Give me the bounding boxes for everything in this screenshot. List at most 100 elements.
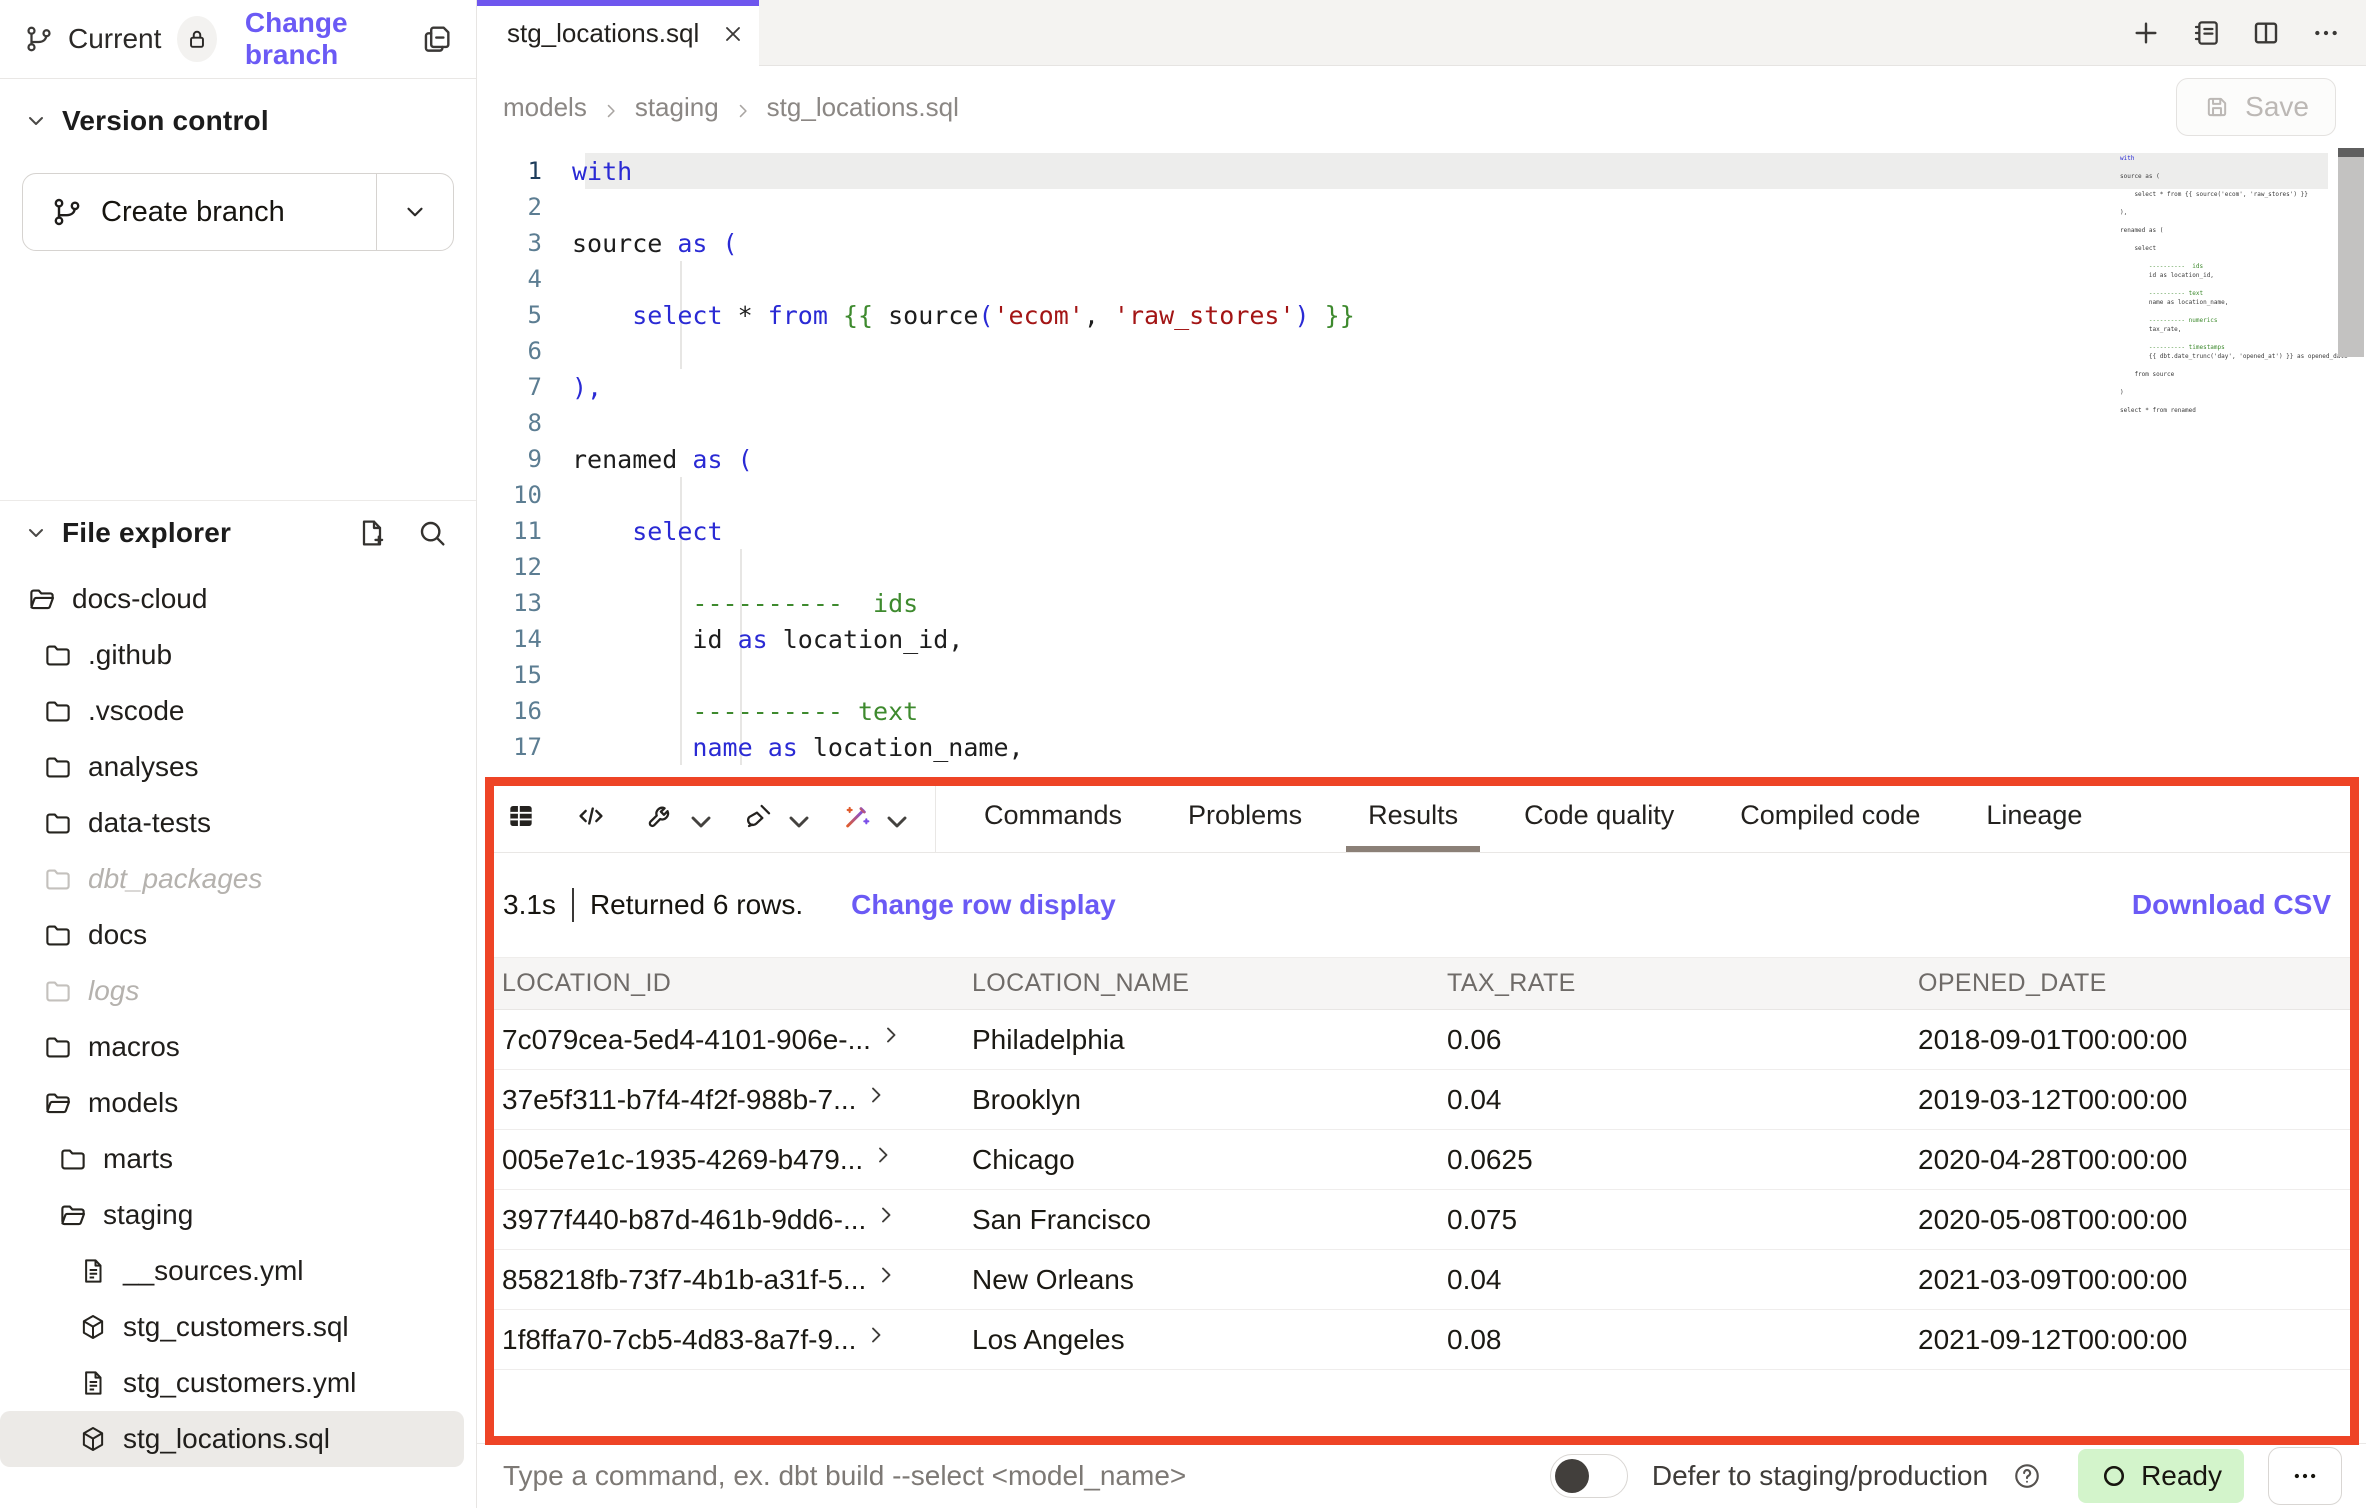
expand-cell-icon[interactable] xyxy=(879,1024,903,1046)
tree-item-docs[interactable]: docs xyxy=(0,907,464,963)
tab-stg-locations[interactable]: stg_locations.sql xyxy=(477,0,759,67)
code-line-10[interactable]: 10 xyxy=(477,477,2366,513)
preview-table-button[interactable] xyxy=(505,800,537,832)
tree-item-stg-customers-yml[interactable]: stg_customers.yml xyxy=(0,1355,464,1411)
new-file-icon[interactable] xyxy=(356,517,388,549)
tree-item-marts[interactable]: marts xyxy=(0,1131,464,1187)
tree-item-analyses[interactable]: analyses xyxy=(0,739,464,795)
panel-tab-problems[interactable]: Problems xyxy=(1188,779,1302,852)
create-branch-button[interactable]: Create branch xyxy=(23,174,376,250)
minimap-line: select * from renamed xyxy=(2120,406,2335,415)
file-explorer-header[interactable]: File explorer xyxy=(0,517,476,549)
ai-assist-button[interactable] xyxy=(841,800,901,832)
code-line-8[interactable]: 8 xyxy=(477,405,2366,441)
divider xyxy=(572,888,574,922)
line-number: 3 xyxy=(477,229,572,257)
code-line-15[interactable]: 15 xyxy=(477,657,2366,693)
minimap[interactable]: with source as ( select * from {{ source… xyxy=(2120,154,2335,415)
tree-item-label: staging xyxy=(103,1199,193,1231)
more-actions-button[interactable] xyxy=(2268,1447,2342,1505)
minimap-line xyxy=(2120,181,2335,190)
lock-icon xyxy=(184,26,210,52)
wrench-icon xyxy=(645,800,677,832)
minimap-line: ---------- ids xyxy=(2120,262,2335,271)
expand-cell-icon[interactable] xyxy=(864,1324,888,1346)
split-pane-icon[interactable] xyxy=(2248,15,2284,51)
command-input[interactable]: Type a command, ex. dbt build --select <… xyxy=(503,1460,1186,1492)
code-line-3[interactable]: 3source as ( xyxy=(477,225,2366,261)
code-line-14[interactable]: 14 id as location_id, xyxy=(477,621,2366,657)
tree-item--github[interactable]: .github xyxy=(0,627,464,683)
code-editor[interactable]: 1with23source as (45 select * from {{ so… xyxy=(477,148,2366,779)
scrollbar-thumb[interactable] xyxy=(2338,157,2364,357)
code-token: from xyxy=(768,301,828,330)
tree-item-dbt-packages[interactable]: dbt_packages xyxy=(0,851,464,907)
code-line-6[interactable]: 6 xyxy=(477,333,2366,369)
editor-scrollbar[interactable] xyxy=(2338,148,2364,779)
tree-item-stg-customers-sql[interactable]: stg_customers.sql xyxy=(0,1299,464,1355)
code-line-2[interactable]: 2 xyxy=(477,189,2366,225)
code-line-16[interactable]: 16 ---------- text xyxy=(477,693,2366,729)
code-line-5[interactable]: 5 select * from {{ source('ecom', 'raw_s… xyxy=(477,297,2366,333)
breadcrumb-item[interactable]: models xyxy=(503,92,587,123)
line-number: 13 xyxy=(477,589,572,617)
defer-toggle[interactable] xyxy=(1550,1454,1628,1498)
tree-item-macros[interactable]: macros xyxy=(0,1019,464,1075)
panel-tab-lineage[interactable]: Lineage xyxy=(1986,779,2082,852)
breadcrumb-item[interactable]: stg_locations.sql xyxy=(767,92,959,123)
column-header-tax_rate: TAX_RATE xyxy=(1430,969,1901,998)
panel-tab-compiled-code[interactable]: Compiled code xyxy=(1740,779,1920,852)
tree-item-models[interactable]: models xyxy=(0,1075,464,1131)
tree-item-logs[interactable]: logs xyxy=(0,963,464,1019)
create-branch-menu-button[interactable] xyxy=(377,174,453,250)
version-control-header[interactable]: Version control xyxy=(0,105,476,137)
expand-cell-icon[interactable] xyxy=(874,1264,898,1286)
code-line-13[interactable]: 13 ---------- ids xyxy=(477,585,2366,621)
code-line-17[interactable]: 17 name as location_name, xyxy=(477,729,2366,765)
code-line-11[interactable]: 11 select xyxy=(477,513,2366,549)
copy-icon[interactable] xyxy=(420,22,454,56)
help-icon[interactable] xyxy=(2012,1461,2042,1491)
compile-code-button[interactable] xyxy=(575,800,607,832)
change-row-display-link[interactable]: Change row display xyxy=(851,889,1116,921)
notebook-icon[interactable] xyxy=(2188,15,2224,51)
tree-item--sources-yml[interactable]: __sources.yml xyxy=(0,1243,464,1299)
expand-cell-icon[interactable] xyxy=(874,1204,898,1226)
expand-cell-icon[interactable] xyxy=(864,1084,888,1106)
status-badge[interactable]: Ready xyxy=(2078,1449,2244,1503)
table-row: 7c079cea-5ed4-4101-906e-...Philadelphia0… xyxy=(485,1010,2357,1070)
expand-cell-icon[interactable] xyxy=(871,1144,895,1166)
format-button[interactable] xyxy=(743,800,803,832)
tree-item--vscode[interactable]: .vscode xyxy=(0,683,464,739)
code-line-1[interactable]: 1with xyxy=(477,153,2366,189)
search-icon[interactable] xyxy=(416,517,448,549)
line-number: 1 xyxy=(477,157,572,185)
minimap-line: from source xyxy=(2120,370,2335,379)
tree-item-docs-cloud[interactable]: docs-cloud xyxy=(0,571,464,627)
close-tab-icon[interactable] xyxy=(721,22,745,46)
save-label: Save xyxy=(2245,91,2309,123)
code-line-9[interactable]: 9renamed as ( xyxy=(477,441,2366,477)
new-tab-icon[interactable] xyxy=(2128,15,2164,51)
panel-tab-code-quality[interactable]: Code quality xyxy=(1524,779,1674,852)
tree-item-staging[interactable]: staging xyxy=(0,1187,464,1243)
editor-header: models staging stg_locations.sql Save xyxy=(477,66,2366,148)
toggle-knob xyxy=(1555,1459,1589,1493)
file-tree: docs-cloud.github.vscodeanalysesdata-tes… xyxy=(0,571,476,1467)
code-line-12[interactable]: 12 xyxy=(477,549,2366,585)
change-branch-link[interactable]: Change branch xyxy=(245,7,420,71)
more-options-icon[interactable] xyxy=(2308,15,2344,51)
line-number: 9 xyxy=(477,445,572,473)
build-button[interactable] xyxy=(645,800,705,832)
save-button[interactable]: Save xyxy=(2176,78,2336,136)
code-line-7[interactable]: 7), xyxy=(477,369,2366,405)
download-csv-link[interactable]: Download CSV xyxy=(2132,889,2331,921)
code-line-4[interactable]: 4 xyxy=(477,261,2366,297)
panel-tab-results[interactable]: Results xyxy=(1368,779,1458,852)
breadcrumb-item[interactable]: staging xyxy=(635,92,719,123)
code-text: ), xyxy=(572,373,602,402)
tree-item-data-tests[interactable]: data-tests xyxy=(0,795,464,851)
chevron-down-icon xyxy=(24,109,48,133)
tree-item-stg-locations-sql[interactable]: stg_locations.sql xyxy=(0,1411,464,1467)
panel-tab-commands[interactable]: Commands xyxy=(984,779,1122,852)
